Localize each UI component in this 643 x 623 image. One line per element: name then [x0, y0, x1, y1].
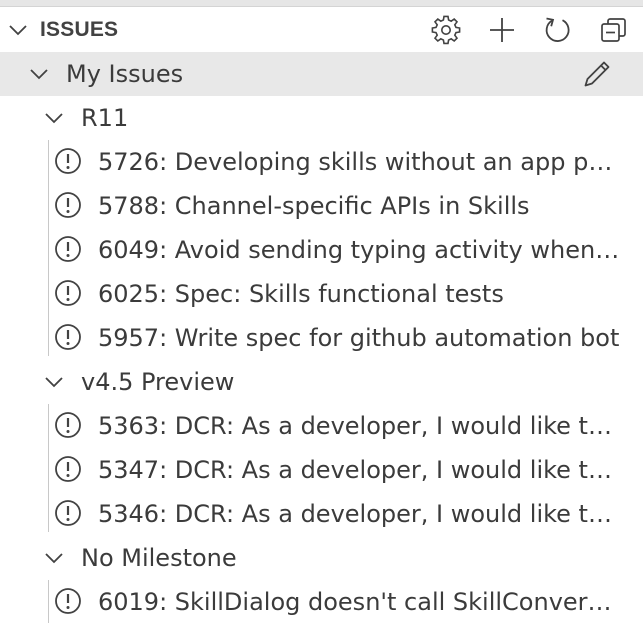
issue-item[interactable]: 5726: Developing skills without an app p…: [0, 140, 643, 184]
issue-opened-icon: [53, 146, 83, 176]
collapse-all-icon: [599, 15, 629, 45]
section-title: ISSUES: [40, 18, 119, 41]
issue-label: 5788: Channel-specific APIs in Skills: [98, 192, 530, 220]
issue-item[interactable]: 5346: DCR: As a developer, I would like …: [0, 492, 643, 536]
issue-label: 6025: Spec: Skills functional tests: [98, 280, 504, 308]
refresh-icon: [543, 15, 573, 45]
issue-item[interactable]: 5788: Channel-specific APIs in Skills: [0, 184, 643, 228]
edit-query-button[interactable]: [581, 58, 613, 90]
chevron-down-icon: [43, 371, 65, 393]
chevron-down-icon: [28, 63, 50, 85]
panel-top-border: [0, 0, 643, 7]
issue-item[interactable]: 6019: SkillDialog doesn't call SkillConv…: [0, 580, 643, 623]
settings-icon: [431, 15, 461, 45]
issue-label: 5957: Write spec for github automation b…: [98, 324, 620, 352]
issue-opened-icon: [53, 586, 83, 616]
issue-opened-icon: [53, 278, 83, 308]
milestone-v4-5-preview[interactable]: v4.5 Preview: [0, 360, 643, 404]
milestone-label: v4.5 Preview: [81, 368, 235, 396]
issue-label: 6019: SkillDialog doesn't call SkillConv…: [98, 588, 620, 616]
edit-icon: [582, 59, 612, 89]
issue-label: 5346: DCR: As a developer, I would like …: [98, 500, 620, 528]
milestone-label: No Milestone: [81, 544, 237, 572]
issue-item[interactable]: 5957: Write spec for github automation b…: [0, 316, 643, 360]
add-icon: [487, 15, 517, 45]
issue-label: 5726: Developing skills without an app p…: [98, 148, 620, 176]
issues-section-header[interactable]: ISSUES: [0, 8, 643, 52]
new-issue-button[interactable]: [485, 14, 518, 47]
chevron-down-icon: [43, 107, 65, 129]
milestone-r11[interactable]: R11: [0, 96, 643, 140]
issue-opened-icon: [53, 234, 83, 264]
milestone-label: R11: [81, 104, 129, 132]
chevron-down-icon: [43, 547, 65, 569]
query-my-issues[interactable]: My Issues: [0, 52, 643, 96]
issue-opened-icon: [53, 454, 83, 484]
issue-label: 5347: DCR: As a developer, I would like …: [98, 456, 620, 484]
configure-button[interactable]: [429, 14, 462, 47]
query-label: My Issues: [66, 60, 184, 88]
refresh-button[interactable]: [541, 14, 574, 47]
issue-opened-icon: [53, 190, 83, 220]
issue-opened-icon: [53, 410, 83, 440]
milestone-no-milestone[interactable]: No Milestone: [0, 536, 643, 580]
issue-item[interactable]: 6049: Avoid sending typing activity when…: [0, 228, 643, 272]
issue-label: 5363: DCR: As a developer, I would like …: [98, 412, 620, 440]
issue-label: 6049: Avoid sending typing activity when…: [98, 236, 620, 264]
issue-opened-icon: [53, 498, 83, 528]
issue-item[interactable]: 6025: Spec: Skills functional tests: [0, 272, 643, 316]
chevron-down-icon: [7, 19, 29, 41]
issue-item[interactable]: 5363: DCR: As a developer, I would like …: [0, 404, 643, 448]
collapse-all-button[interactable]: [597, 14, 630, 47]
issue-opened-icon: [53, 322, 83, 352]
section-toolbar: [406, 8, 643, 52]
issue-item[interactable]: 5347: DCR: As a developer, I would like …: [0, 448, 643, 492]
